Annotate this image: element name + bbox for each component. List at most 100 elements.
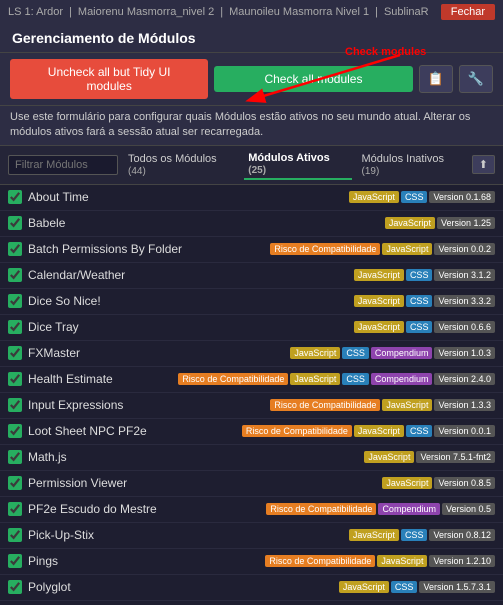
badge-version: Version 1.2.10 [429, 555, 495, 567]
badge-js: JavaScript [385, 217, 435, 229]
badge-js: JavaScript [382, 399, 432, 411]
module-name: Math.js [28, 450, 364, 464]
module-checkbox-6[interactable] [8, 346, 22, 360]
module-checkbox-1[interactable] [8, 216, 22, 230]
module-name: FXMaster [28, 346, 290, 360]
module-name: Loot Sheet NPC PF2e [28, 424, 242, 438]
badge-compat: Risco de Compatibilidade [270, 243, 380, 255]
export-button[interactable]: 📋 [419, 65, 453, 93]
badge-compendium: Compendium [371, 347, 433, 359]
badge-css: CSS [406, 295, 433, 307]
module-badges: JavaScriptCSSCompendiumVersion 1.0.3 [290, 347, 495, 359]
module-badges: JavaScriptVersion 1.25 [385, 217, 495, 229]
badge-css: CSS [406, 269, 433, 281]
module-checkbox-10[interactable] [8, 450, 22, 464]
module-checkbox-2[interactable] [8, 242, 22, 256]
module-row: Math.jsJavaScriptVersion 7.5.1-fnt2 [0, 445, 503, 471]
module-row: PF2e Escudo do MestreRisco de Compatibil… [0, 497, 503, 523]
badge-compendium: Compendium [378, 503, 440, 515]
module-checkbox-3[interactable] [8, 268, 22, 282]
module-badges: Risco de CompatibilidadeJavaScriptVersio… [265, 555, 495, 567]
module-checkbox-0[interactable] [8, 190, 22, 204]
module-name: About Time [28, 190, 349, 204]
breadcrumb-2: Maiorenu Masmorra_nivel 2 [78, 6, 214, 18]
module-badges: JavaScriptCSSVersion 0.1.68 [349, 191, 495, 203]
module-row: About TimeJavaScriptCSSVersion 0.1.68 [0, 185, 503, 211]
badge-css: CSS [401, 191, 428, 203]
badge-version: Version 0.6.6 [434, 321, 495, 333]
module-name: Pick-Up-Stix [28, 528, 349, 542]
badge-css: CSS [342, 347, 369, 359]
module-checkbox-13[interactable] [8, 528, 22, 542]
tab-active[interactable]: Módulos Ativos (25) [244, 150, 351, 180]
module-checkbox-14[interactable] [8, 554, 22, 568]
badge-version: Version 1.0.3 [434, 347, 495, 359]
badge-css: CSS [406, 321, 433, 333]
badge-js: JavaScript [377, 555, 427, 567]
badge-version: Version 7.5.1-fnt2 [416, 451, 495, 463]
check-all-button[interactable]: Check all modules [214, 66, 412, 92]
module-checkbox-4[interactable] [8, 294, 22, 308]
badge-version: Version 0.0.2 [434, 243, 495, 255]
badge-version: Version 3.3.2 [434, 295, 495, 307]
module-badges: Risco de CompatibilidadeJavaScriptCSSCom… [178, 373, 495, 385]
badge-css: CSS [401, 529, 428, 541]
module-checkbox-9[interactable] [8, 424, 22, 438]
module-row: PingsRisco de CompatibilidadeJavaScriptV… [0, 549, 503, 575]
breadcrumb-1: LS 1: Ardor [8, 6, 63, 18]
badge-version: Version 0.8.12 [429, 529, 495, 541]
tab-inactive[interactable]: Módulos Inativos (19) [358, 151, 466, 179]
settings-button[interactable]: 🔧 [459, 65, 493, 93]
badge-version: Version 0.8.5 [434, 477, 495, 489]
module-checkbox-7[interactable] [8, 372, 22, 386]
filter-input[interactable] [8, 155, 118, 175]
badge-js: JavaScript [354, 425, 404, 437]
badge-js: JavaScript [354, 269, 404, 281]
module-badges: JavaScriptCSSVersion 0.8.12 [349, 529, 495, 541]
filter-tabs-bar: Todos os Módulos (44) Módulos Ativos (25… [0, 146, 503, 185]
badge-compendium: Compendium [371, 373, 433, 385]
module-name: Calendar/Weather [28, 268, 354, 282]
module-checkbox-5[interactable] [8, 320, 22, 334]
module-checkbox-8[interactable] [8, 398, 22, 412]
module-row: Health EstimateRisco de CompatibilidadeJ… [0, 367, 503, 393]
module-name: Dice So Nice! [28, 294, 354, 308]
uncheck-all-button[interactable]: Uncheck all but Tidy UI modules [10, 59, 208, 99]
badge-version: Version 1.3.3 [434, 399, 495, 411]
module-name: Babele [28, 216, 385, 230]
module-row: Input ExpressionsRisco de Compatibilidad… [0, 393, 503, 419]
module-checkbox-11[interactable] [8, 476, 22, 490]
module-name: Pings [28, 554, 265, 568]
module-row: PolyglotJavaScriptCSSVersion 1.5.7.3.1 [0, 575, 503, 601]
module-name: Health Estimate [28, 372, 178, 386]
badge-compat: Risco de Compatibilidade [242, 425, 352, 437]
module-badges: JavaScriptCSSVersion 0.6.6 [354, 321, 495, 333]
badge-js: JavaScript [354, 295, 404, 307]
module-badges: JavaScriptVersion 7.5.1-fnt2 [364, 451, 495, 463]
badge-version: Version 2.4.0 [434, 373, 495, 385]
badge-js: JavaScript [382, 477, 432, 489]
collapse-button[interactable]: ⬆ [472, 155, 495, 174]
tab-all[interactable]: Todos os Módulos (44) [124, 151, 238, 179]
close-button[interactable]: Fechar [441, 4, 495, 20]
module-row: Permission ViewerJavaScriptVersion 0.8.5 [0, 471, 503, 497]
badge-css: CSS [342, 373, 369, 385]
badge-version: Version 1.25 [437, 217, 495, 229]
module-name: Input Expressions [28, 398, 270, 412]
badge-js: JavaScript [349, 191, 399, 203]
module-row: Calendar/WeatherJavaScriptCSSVersion 3.1… [0, 263, 503, 289]
modal-header: Gerenciamento de Módulos [0, 24, 503, 53]
module-checkbox-15[interactable] [8, 580, 22, 594]
badge-version: Version 3.1.2 [434, 269, 495, 281]
breadcrumb-4: SublinaR [384, 6, 429, 18]
module-badges: Risco de CompatibilidadeJavaScriptVersio… [270, 399, 495, 411]
module-row: Loot Sheet NPC PF2eRisco de Compatibilid… [0, 419, 503, 445]
module-checkbox-12[interactable] [8, 502, 22, 516]
module-row: Dice So Nice!JavaScriptCSSVersion 3.3.2 [0, 289, 503, 315]
module-badges: Risco de CompatibilidadeJavaScriptCSSVer… [242, 425, 495, 437]
badge-js: JavaScript [290, 373, 340, 385]
badge-js: JavaScript [339, 581, 389, 593]
module-row: Pick-Up-StixJavaScriptCSSVersion 0.8.12 [0, 523, 503, 549]
badge-js: JavaScript [382, 243, 432, 255]
badge-js: JavaScript [349, 529, 399, 541]
